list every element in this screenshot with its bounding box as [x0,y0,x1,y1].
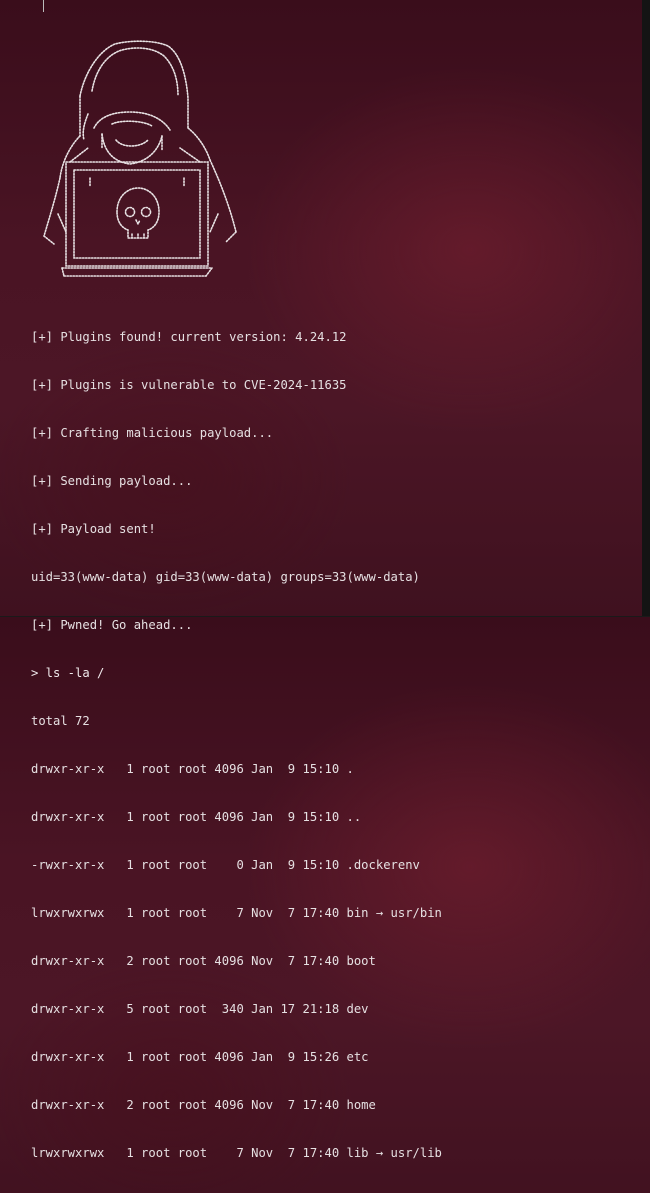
window-border-right [642,0,650,617]
output-line: [+] Plugins found! current version: 4.24… [31,330,347,344]
terminal-output: [+] Plugins found! current version: 4.24… [31,297,442,1193]
output-line: [+] Plugins is vulnerable to CVE-2024-11… [31,378,347,392]
output-line: uid=33(www-data) gid=33(www-data) groups… [31,570,420,584]
output-line: [+] Sending payload... [31,474,193,488]
directory-listing-row: drwxr-xr-x 2 root root 4096 Nov 7 17:40 … [31,954,376,968]
output-line: [+] Payload sent! [31,522,156,536]
directory-listing-row: lrwxrwxrwx 1 root root 7 Nov 7 17:40 bin… [31,906,442,920]
output-line: [+] Pwned! Go ahead... [31,618,193,632]
directory-listing-row: drwxr-xr-x 5 root root 340 Jan 17 21:18 … [31,1002,369,1016]
directory-listing-row: drwxr-xr-x 1 root root 4096 Jan 9 15:10 … [31,810,362,824]
directory-listing-row: -rwxr-xr-x 1 root root 0 Jan 9 15:10 .do… [31,858,420,872]
window-edge [0,0,44,12]
output-line: total 72 [31,714,90,728]
command-prompt-line[interactable]: > ls -la / [31,665,442,681]
directory-listing-row: lrwxrwxrwx 1 root root 7 Nov 7 17:40 lib… [31,1146,442,1160]
output-line: [+] Crafting malicious payload... [31,426,274,440]
hooded-hacker-ascii-art [30,36,250,281]
directory-listing-row: drwxr-xr-x 2 root root 4096 Nov 7 17:40 … [31,1098,376,1112]
directory-listing-row: drwxr-xr-x 1 root root 4096 Jan 9 15:26 … [31,1050,369,1064]
directory-listing-row: drwxr-xr-x 1 root root 4096 Jan 9 15:10 … [31,762,354,776]
terminal-window[interactable]: [+] Plugins found! current version: 4.24… [0,0,650,1160]
